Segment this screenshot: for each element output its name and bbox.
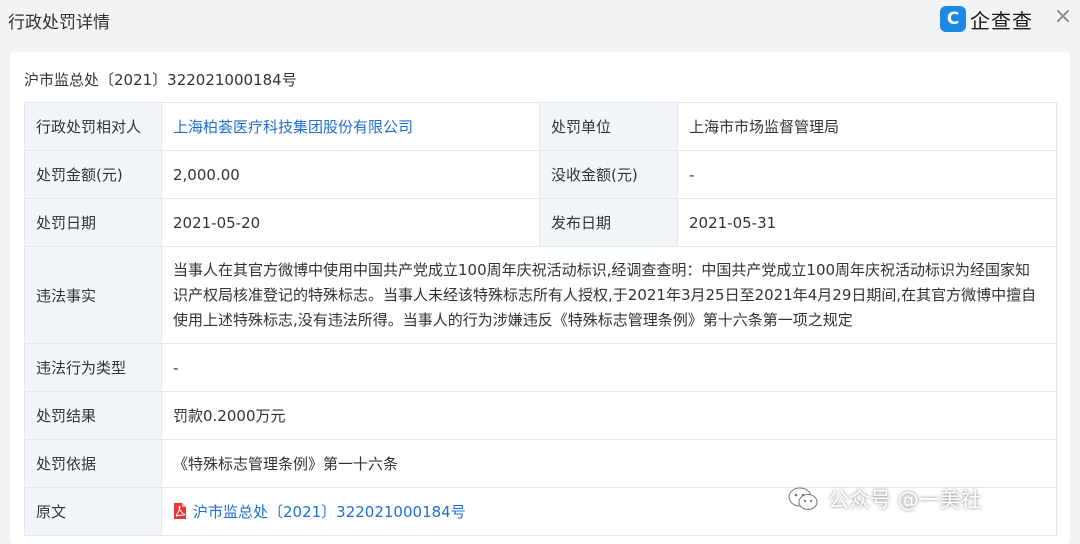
original-label: 原文: [24, 487, 162, 536]
party-value: 上海柏荟医疗科技集团股份有限公司: [161, 102, 540, 151]
table-row: 处罚日期 2021-05-20 发布日期 2021-05-31: [24, 198, 1057, 247]
result-label: 处罚结果: [24, 391, 162, 440]
unit-value: 上海市市场监督管理局: [677, 102, 1057, 151]
logo-icon: C: [940, 6, 966, 32]
basis-value: 《特殊标志管理条例》第一十六条: [161, 439, 1057, 488]
close-icon[interactable]: ×: [1052, 6, 1074, 28]
publish-label: 发布日期: [539, 198, 678, 247]
party-label: 行政处罚相对人: [24, 102, 162, 151]
type-label: 违法行为类型: [24, 343, 162, 392]
detail-card: 沪市监总处〔2021〕322021000184号 行政处罚相对人 上海柏荟医疗科…: [10, 52, 1070, 544]
page-title: 行政处罚详情: [8, 13, 110, 33]
basis-label: 处罚依据: [24, 439, 162, 488]
facts-value: 当事人在其官方微博中使用中国共产党成立100周年庆祝活动标识,经调查查明：中国共…: [161, 246, 1057, 344]
table-row: 原文 沪市监总处〔2021〕322021000184号: [24, 487, 1057, 536]
facts-label: 违法事实: [24, 246, 162, 344]
table-row: 违法行为类型 -: [24, 343, 1057, 392]
confiscated-label: 没收金额(元): [539, 150, 678, 199]
brand-name: 企查查: [970, 8, 1033, 33]
amount-value: 2,000.00: [161, 150, 540, 199]
pdf-icon: [173, 503, 187, 519]
result-value: 罚款0.2000万元: [161, 391, 1057, 440]
table-row: 处罚结果 罚款0.2000万元: [24, 391, 1057, 440]
date-value: 2021-05-20: [161, 198, 540, 247]
original-link[interactable]: 沪市监总处〔2021〕322021000184号: [193, 503, 466, 521]
original-value: 沪市监总处〔2021〕322021000184号: [161, 487, 1057, 536]
amount-label: 处罚金额(元): [24, 150, 162, 199]
brand: C 企查查: [940, 5, 1033, 33]
table-row: 处罚金额(元) 2,000.00 没收金额(元) -: [24, 150, 1057, 199]
table-row: 处罚依据 《特殊标志管理条例》第一十六条: [24, 439, 1057, 488]
party-link[interactable]: 上海柏荟医疗科技集团股份有限公司: [173, 118, 413, 136]
unit-label: 处罚单位: [539, 102, 678, 151]
date-label: 处罚日期: [24, 198, 162, 247]
detail-table: 行政处罚相对人 上海柏荟医疗科技集团股份有限公司 处罚单位 上海市市场监督管理局…: [24, 102, 1057, 536]
publish-value: 2021-05-31: [677, 198, 1057, 247]
titlebar: 行政处罚详情 C 企查查 ×: [0, 0, 1080, 42]
table-row: 行政处罚相对人 上海柏荟医疗科技集团股份有限公司 处罚单位 上海市市场监督管理局: [24, 102, 1057, 151]
confiscated-value: -: [677, 150, 1057, 199]
table-row: 违法事实 当事人在其官方微博中使用中国共产党成立100周年庆祝活动标识,经调查查…: [24, 246, 1057, 344]
type-value: -: [161, 343, 1057, 392]
case-number: 沪市监总处〔2021〕322021000184号: [24, 71, 297, 89]
